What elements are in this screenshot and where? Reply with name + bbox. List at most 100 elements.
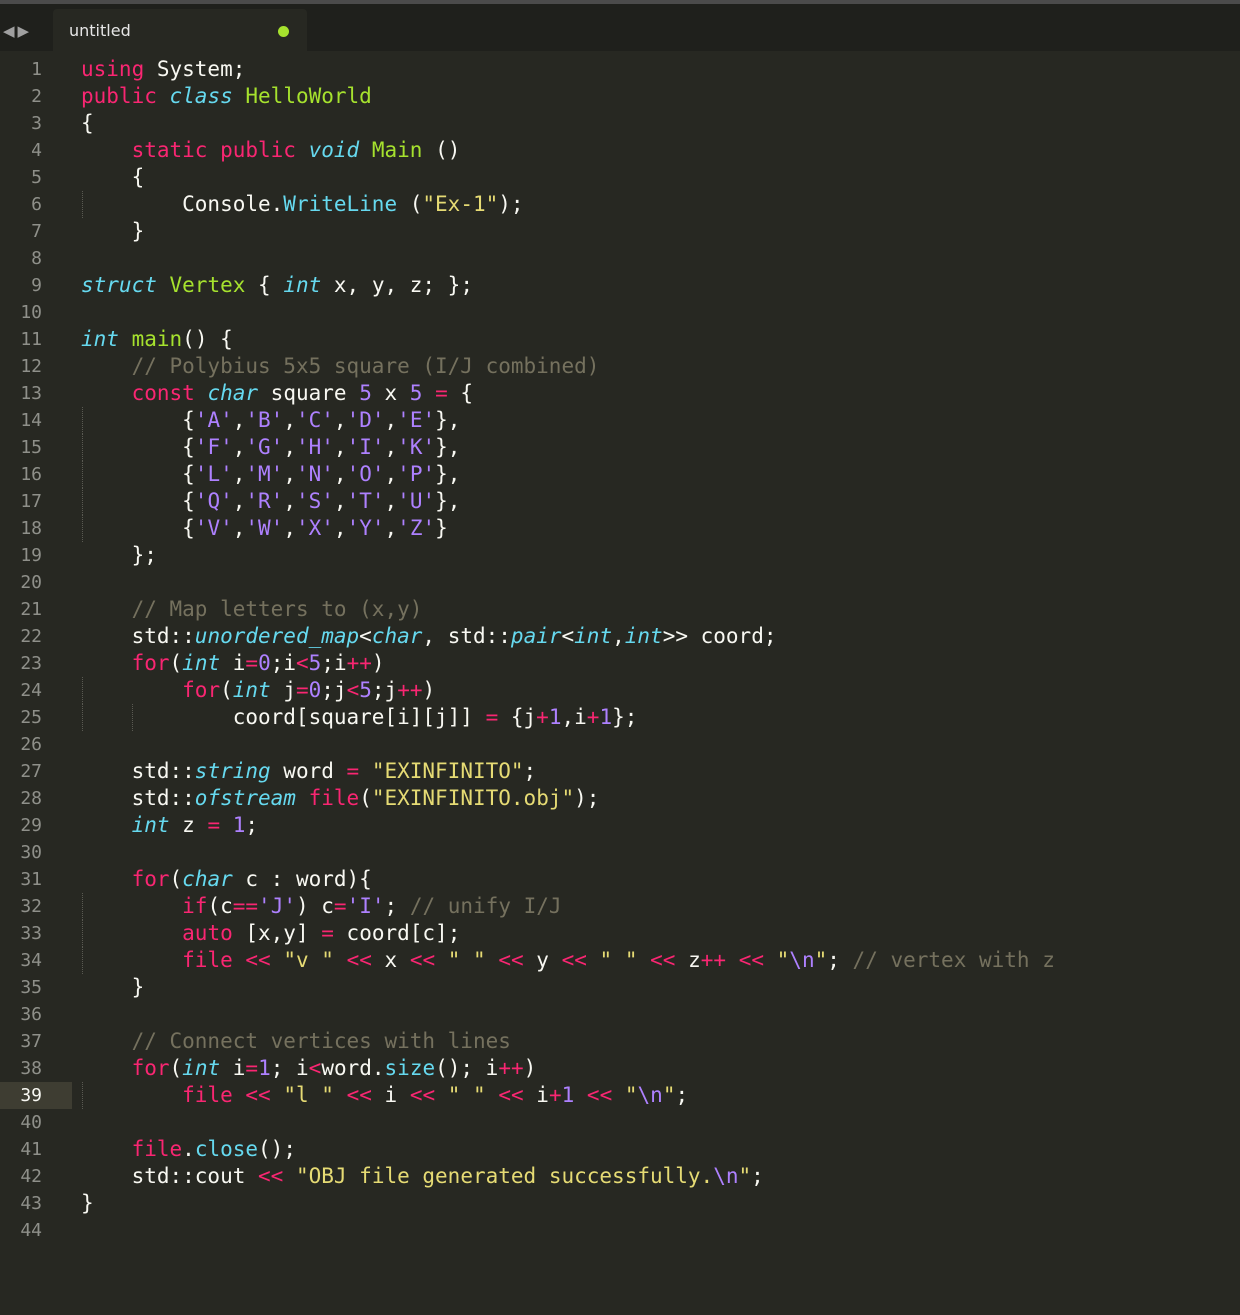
line-number: 4 <box>31 140 42 161</box>
line-number: 26 <box>20 734 42 755</box>
indent-guide <box>82 920 83 947</box>
code-line[interactable]: coord[square[i][j]] = {j+1,i+1}; <box>81 704 1231 731</box>
line-number: 27 <box>20 761 42 782</box>
code-line[interactable]: {'F','G','H','I','K'}, <box>81 434 1231 461</box>
line-number: 33 <box>20 923 42 944</box>
code-line[interactable] <box>81 731 1231 758</box>
code-line[interactable]: // Connect vertices with lines <box>81 1028 1231 1055</box>
indent-guide <box>82 893 83 920</box>
tab-untitled[interactable]: untitled <box>53 9 307 51</box>
line-number: 37 <box>20 1031 42 1052</box>
code-line[interactable]: file.close(); <box>81 1136 1231 1163</box>
code-line[interactable]: for(int j=0;j<5;j++) <box>81 677 1231 704</box>
tab-navigation: ◀ ▶ <box>3 22 32 40</box>
indent-guide <box>82 407 83 434</box>
indent-guide <box>82 488 83 515</box>
code-line[interactable]: struct Vertex { int x, y, z; }; <box>81 272 1231 299</box>
code-line[interactable] <box>81 1001 1231 1028</box>
code-line[interactable] <box>81 245 1231 272</box>
line-number: 40 <box>20 1112 42 1133</box>
line-number: 36 <box>20 1004 42 1025</box>
line-number: 41 <box>20 1139 42 1160</box>
code-line[interactable]: Console.WriteLine ("Ex-1"); <box>81 191 1231 218</box>
line-number: 35 <box>20 977 42 998</box>
code-line[interactable]: } <box>81 1190 1231 1217</box>
line-number: 44 <box>20 1220 42 1241</box>
line-number: 8 <box>31 248 42 269</box>
indent-guide <box>82 434 83 461</box>
indent-guide <box>82 191 83 218</box>
code-line[interactable]: } <box>81 218 1231 245</box>
code-line[interactable] <box>81 1217 1231 1244</box>
code-line[interactable]: { <box>81 110 1231 137</box>
line-number: 10 <box>20 302 42 323</box>
code-line[interactable]: {'L','M','N','O','P'}, <box>81 461 1231 488</box>
line-number: 6 <box>31 194 42 215</box>
code-line[interactable]: using System; <box>81 56 1231 83</box>
line-number: 5 <box>31 167 42 188</box>
tab-bar: ◀ ▶ untitled <box>0 4 1240 51</box>
line-number: 11 <box>20 329 42 350</box>
code-line[interactable]: file << "l " << i << " " << i+1 << "\n"; <box>81 1082 1231 1109</box>
line-number: 13 <box>20 383 42 404</box>
code-line[interactable]: int main() { <box>81 326 1231 353</box>
line-number: 9 <box>31 275 42 296</box>
code-editor[interactable]: using System; public class HelloWorld{ st… <box>81 56 1231 1244</box>
line-number: 23 <box>20 653 42 674</box>
line-number: 7 <box>31 221 42 242</box>
code-line[interactable]: int z = 1; <box>81 812 1231 839</box>
code-line[interactable] <box>81 1109 1231 1136</box>
line-number: 14 <box>20 410 42 431</box>
line-number: 31 <box>20 869 42 890</box>
line-number: 1 <box>31 59 42 80</box>
line-number: 38 <box>20 1058 42 1079</box>
code-line[interactable]: { <box>81 164 1231 191</box>
code-line[interactable]: for(char c : word){ <box>81 866 1231 893</box>
tab-title: untitled <box>69 21 131 40</box>
line-number: 18 <box>20 518 42 539</box>
code-line[interactable]: std::string word = "EXINFINITO"; <box>81 758 1231 785</box>
indent-guide <box>82 677 83 704</box>
code-line[interactable]: }; <box>81 542 1231 569</box>
indent-guide <box>131 704 133 731</box>
line-number-gutter: 1 2 3 4 5 6 7 8 9 10 11 12 13 14 15 16 17 18 19 20 21 22 23 24 2… <box>0 56 72 1244</box>
code-line[interactable]: public class HelloWorld <box>81 83 1231 110</box>
line-number: 17 <box>20 491 42 512</box>
code-line[interactable]: } <box>81 974 1231 1001</box>
indent-guide <box>82 704 83 731</box>
code-line[interactable]: std::unordered_map<char, std::pair<int,i… <box>81 623 1231 650</box>
code-line[interactable]: for(int i=0;i<5;i++) <box>81 650 1231 677</box>
code-line[interactable]: {'V','W','X','Y','Z'} <box>81 515 1231 542</box>
line-number: 29 <box>20 815 42 836</box>
code-line[interactable]: auto [x,y] = coord[c]; <box>81 920 1231 947</box>
line-number: 43 <box>20 1193 42 1214</box>
indent-guide <box>82 461 83 488</box>
line-number: 2 <box>31 86 42 107</box>
line-number: 12 <box>20 356 42 377</box>
chevron-right-icon[interactable]: ▶ <box>18 22 30 40</box>
code-line[interactable] <box>81 839 1231 866</box>
code-line[interactable] <box>81 299 1231 326</box>
line-number: 19 <box>20 545 42 566</box>
line-number: 42 <box>20 1166 42 1187</box>
unsaved-indicator-icon[interactable] <box>278 26 289 37</box>
code-line[interactable] <box>81 569 1231 596</box>
code-line[interactable]: std::ofstream file("EXINFINITO.obj"); <box>81 785 1231 812</box>
line-number: 28 <box>20 788 42 809</box>
code-line[interactable]: file << "v " << x << " " << y << " " << … <box>81 947 1231 974</box>
code-line[interactable]: {'A','B','C','D','E'}, <box>81 407 1231 434</box>
code-line[interactable]: const char square 5 x 5 = { <box>81 380 1231 407</box>
line-number: 15 <box>20 437 42 458</box>
line-number: 39 <box>0 1082 72 1109</box>
code-line[interactable]: // Polybius 5x5 square (I/J combined) <box>81 353 1231 380</box>
chevron-left-icon[interactable]: ◀ <box>3 22 15 40</box>
code-line[interactable]: // Map letters to (x,y) <box>81 596 1231 623</box>
line-number: 16 <box>20 464 42 485</box>
line-number: 34 <box>20 950 42 971</box>
code-line[interactable]: {'Q','R','S','T','U'}, <box>81 488 1231 515</box>
code-line[interactable]: std::cout << "OBJ file generated success… <box>81 1163 1231 1190</box>
code-line[interactable]: static public void Main () <box>81 137 1231 164</box>
indent-guide <box>82 947 83 974</box>
code-line[interactable]: if(c=='J') c='I'; // unify I/J <box>81 893 1231 920</box>
code-line[interactable]: for(int i=1; i<word.size(); i++) <box>81 1055 1231 1082</box>
